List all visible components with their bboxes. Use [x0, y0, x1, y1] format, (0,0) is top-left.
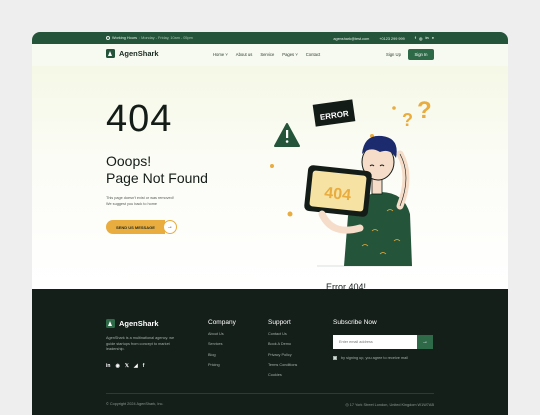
nav-item-pages[interactable]: Pages ˅: [282, 52, 297, 57]
arrow-right-icon[interactable]: →: [162, 220, 177, 234]
brand-name: AgenShark: [119, 49, 159, 58]
footer-column-support: Support Contact Us Book A Demo Privacy P…: [268, 319, 297, 383]
instagram-icon[interactable]: ◎: [419, 36, 422, 41]
footer-brand-logo[interactable]: AgenShark: [106, 319, 159, 328]
subscribe-form: →: [333, 335, 433, 349]
footer-address: ◎ 17 York Street London, United Kingdom …: [345, 403, 434, 407]
nav-menu: Home ˅ About us Service Pages ˅ Contact: [213, 52, 320, 57]
error-headline: Ooops! Page Not Found: [106, 153, 208, 187]
footer-link-blog[interactable]: Blog: [208, 353, 236, 363]
copyright-text: © Copyright 2024 AgenShark, Inc.: [106, 402, 164, 406]
footer-description: AgenShark is a multinational agency. we …: [106, 336, 175, 352]
site-footer: AgenShark AgenShark is a multinational a…: [32, 289, 508, 415]
footer-link-cookies[interactable]: Cookies: [268, 373, 297, 383]
sign-up-link[interactable]: Sign Up: [386, 52, 401, 57]
footer-divider: [106, 393, 434, 394]
logo-mark-icon: [106, 319, 115, 328]
description-line-2: We suggest you back to home: [106, 202, 158, 207]
subscribe-email-input[interactable]: [333, 335, 417, 349]
sparkle-icon: [287, 211, 293, 217]
footer-link-services[interactable]: Services: [208, 342, 236, 352]
footer-brand-name: AgenShark: [119, 319, 159, 328]
footer-link-pricing[interactable]: Pricing: [208, 363, 236, 373]
question-mark-icon-large: ?: [417, 97, 432, 124]
nav-item-contact[interactable]: Contact: [306, 52, 320, 57]
working-hours-value: : Monday - Friday, 10am - 05pm: [139, 36, 193, 40]
warning-icon: [274, 123, 300, 147]
linkedin-icon[interactable]: in: [106, 363, 110, 369]
error-sign: ERROR: [312, 99, 356, 127]
footer-socials: in ◉ 𝕏 ◢ f: [106, 363, 144, 369]
clock-icon: [106, 36, 110, 40]
brand-logo[interactable]: AgenShark: [106, 49, 159, 58]
nav-item-about[interactable]: About us: [236, 52, 253, 57]
logo-mark-icon: [106, 49, 115, 58]
send-message-button[interactable]: SEND US MESSAGE →: [106, 220, 177, 234]
footer-link-contact[interactable]: Contact Us: [268, 332, 297, 342]
headline-line-1: Ooops!: [106, 153, 152, 169]
error-illustration: ERROR ? ? 404: [270, 97, 432, 267]
nav-item-home[interactable]: Home ˅: [213, 52, 228, 57]
footer-column-subscribe: Subscribe Now: [333, 319, 377, 332]
contact-info: agenshark@test.com +0123 299 999 f ◎ in …: [333, 36, 434, 41]
facebook-icon[interactable]: f: [415, 36, 416, 41]
tablet-screen-text: 404: [323, 185, 351, 205]
headline-line-2: Page Not Found: [106, 170, 208, 186]
nav-item-service[interactable]: Service: [260, 52, 274, 57]
telegram-icon[interactable]: ◢: [134, 363, 138, 369]
working-hours: Working Hours : Monday - Friday, 10am - …: [106, 36, 193, 40]
pinterest-icon[interactable]: ●: [432, 36, 434, 41]
footer-column-company: Company About Us Services Blog Pricing: [208, 319, 236, 373]
discord-icon[interactable]: ◉: [115, 363, 119, 369]
contact-phone[interactable]: +0123 299 999: [379, 37, 404, 41]
sparkle-icon: [270, 164, 274, 168]
footer-link-privacy[interactable]: Privacy Policy: [268, 353, 297, 363]
consent-checkbox[interactable]: [333, 356, 337, 360]
working-hours-label: Working Hours: [112, 36, 138, 40]
question-mark-icon: ?: [402, 110, 413, 130]
subscribe-consent[interactable]: by signing up, you agree to receive mail: [333, 356, 408, 360]
company-heading: Company: [208, 319, 236, 326]
topbar-socials: f ◎ in ●: [415, 36, 434, 41]
subscribe-submit-button[interactable]: →: [417, 335, 433, 349]
top-info-bar: Working Hours : Monday - Friday, 10am - …: [32, 32, 508, 44]
error-description: This page doesn't exist or was removed! …: [106, 195, 226, 207]
subscribe-heading: Subscribe Now: [333, 319, 377, 326]
linkedin-icon[interactable]: in: [425, 36, 428, 41]
x-icon[interactable]: 𝕏: [125, 363, 129, 369]
page-frame: Working Hours : Monday - Friday, 10am - …: [32, 32, 508, 415]
main-navigation: AgenShark Home ˅ About us Service Pages …: [32, 44, 508, 66]
error-code: 404: [106, 98, 173, 140]
consent-label: by signing up, you agree to receive mail: [341, 356, 408, 360]
facebook-icon[interactable]: f: [143, 363, 145, 369]
contact-email[interactable]: agenshark@test.com: [333, 37, 369, 41]
send-message-label[interactable]: SEND US MESSAGE: [106, 220, 165, 234]
sign-in-button[interactable]: Sign In: [408, 49, 434, 60]
footer-link-demo[interactable]: Book A Demo: [268, 342, 297, 352]
footer-link-about[interactable]: About Us: [208, 332, 236, 342]
error-hero: 404 Ooops! Page Not Found This page does…: [32, 66, 508, 292]
support-heading: Support: [268, 319, 291, 326]
footer-link-terms[interactable]: Terms Conditions: [268, 363, 297, 373]
sparkle-icon: [392, 106, 396, 110]
